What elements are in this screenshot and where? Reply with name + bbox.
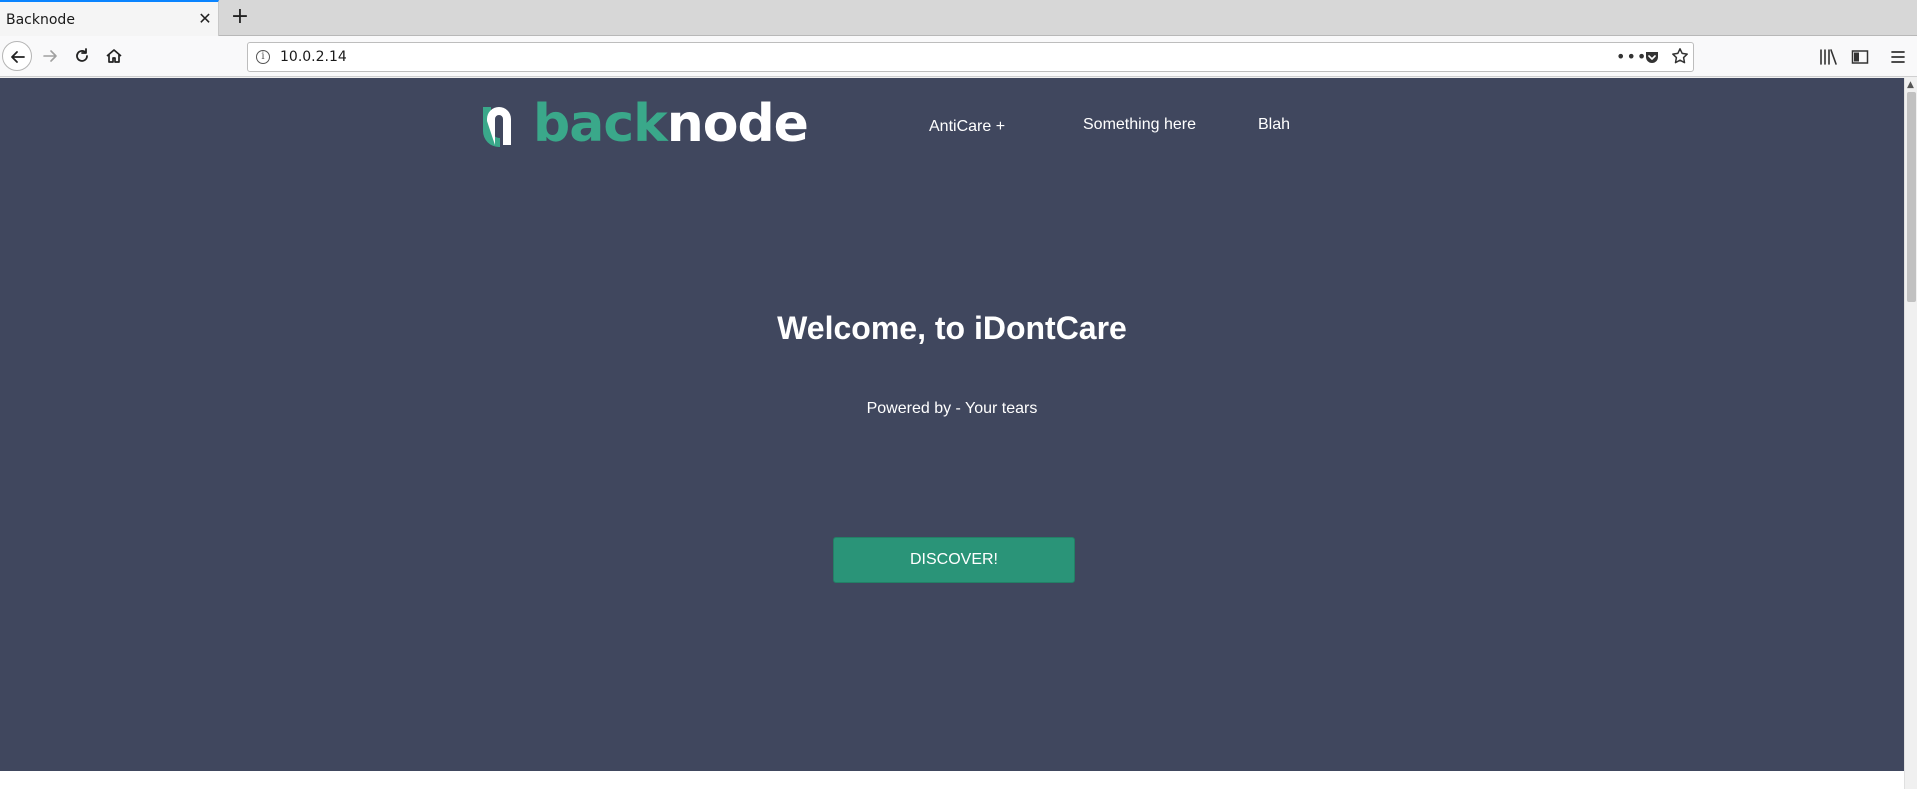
- page-scrollbar[interactable]: ▲: [1904, 78, 1917, 789]
- pocket-icon[interactable]: [1644, 49, 1660, 65]
- reload-icon: [76, 48, 88, 62]
- arrow-right-icon: [43, 50, 57, 62]
- browser-tab-active[interactable]: Backnode ✕: [0, 0, 219, 36]
- forward-button[interactable]: [35, 41, 65, 71]
- logo-text-back: back: [533, 94, 668, 154]
- home-button[interactable]: [99, 41, 129, 71]
- backnode-logo-icon: [483, 107, 511, 147]
- home-icon: [106, 49, 122, 63]
- bookmark-star-icon[interactable]: [1671, 47, 1689, 65]
- library-icon[interactable]: [1818, 47, 1838, 67]
- hero-headline: Welcome, to iDontCare: [777, 310, 1127, 346]
- logo-wordmark: backnode: [533, 91, 809, 157]
- hamburger-menu-icon[interactable]: [1888, 47, 1908, 67]
- discover-button[interactable]: DISCOVER!: [833, 537, 1075, 583]
- scroll-up-arrow-icon[interactable]: ▲: [1907, 80, 1914, 90]
- back-button[interactable]: [2, 41, 32, 71]
- tab-title: Backnode: [6, 12, 75, 28]
- sidebar-icon[interactable]: [1850, 47, 1870, 67]
- nav-link-blah[interactable]: Blah: [1258, 116, 1290, 134]
- new-tab-button[interactable]: +: [228, 6, 252, 30]
- hero-section: backnode AntiCare + Something here Blah …: [0, 78, 1904, 771]
- navigation-toolbar: i 10.0.2.14 •••: [0, 36, 1917, 77]
- site-info-icon[interactable]: i: [256, 50, 270, 64]
- close-tab-icon[interactable]: ✕: [196, 10, 214, 28]
- url-text[interactable]: 10.0.2.14: [280, 49, 347, 65]
- page-viewport: backnode AntiCare + Something here Blah …: [0, 78, 1904, 789]
- tab-strip: Backnode ✕ +: [0, 0, 1917, 36]
- nav-link-anticare[interactable]: AntiCare +: [929, 118, 1005, 136]
- logo-text-node: node: [666, 94, 809, 154]
- site-logo[interactable]: backnode: [479, 94, 809, 154]
- arrow-left-icon: [11, 51, 25, 63]
- nav-link-something-here[interactable]: Something here: [1083, 116, 1196, 134]
- reload-button[interactable]: [67, 41, 97, 71]
- page-actions-icon[interactable]: •••: [1616, 47, 1647, 66]
- hero-subline: Powered by - Your tears: [866, 400, 1038, 417]
- scrollbar-thumb[interactable]: [1907, 92, 1916, 302]
- url-bar[interactable]: i 10.0.2.14 •••: [247, 42, 1694, 72]
